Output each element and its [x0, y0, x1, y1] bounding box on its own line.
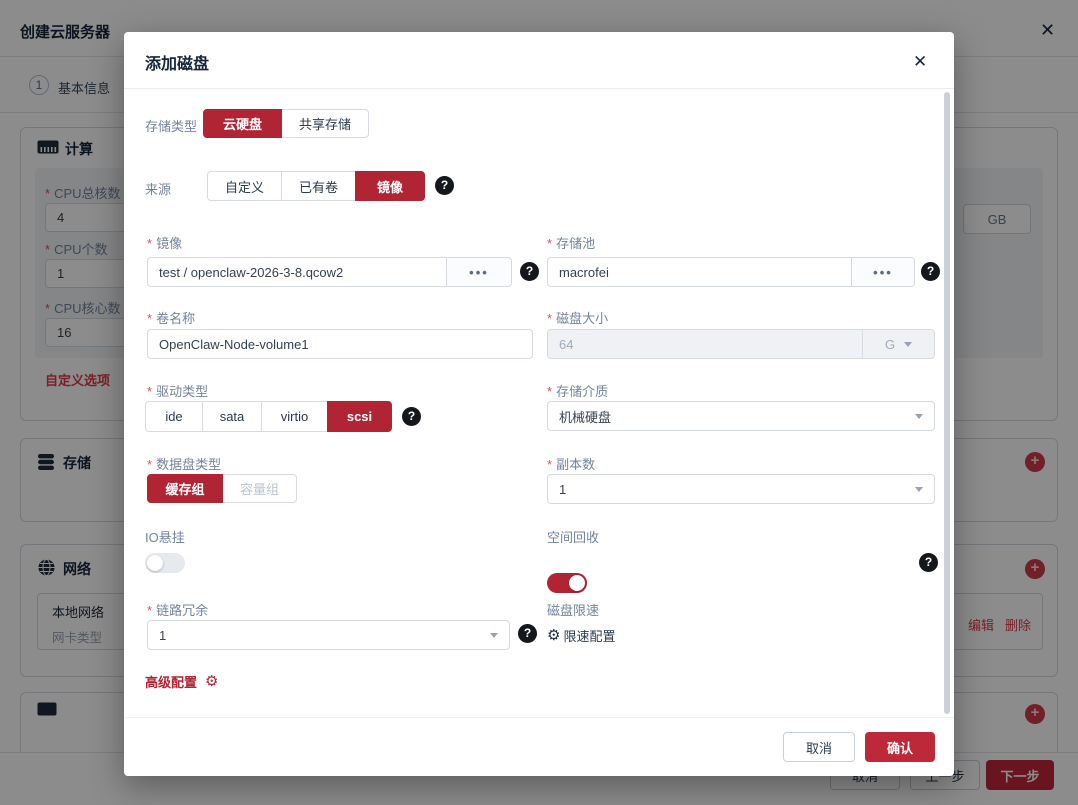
speed-limit-config-link[interactable]: ⚙ 限速配置 [547, 626, 615, 645]
driver-type-help-icon[interactable]: ? [402, 407, 421, 426]
storage-medium-label-text: 存储介质 [556, 384, 608, 399]
source-label: 来源 [145, 179, 171, 198]
advanced-config-text: 高级配置 [145, 672, 197, 691]
replica-count-value: 1 [559, 482, 915, 497]
storage-type-segment: 云硬盘 共享存储 [203, 109, 369, 138]
image-input[interactable]: test / openclaw-2026-3-8.qcow2 [148, 258, 446, 286]
image-help-icon[interactable]: ? [520, 262, 539, 281]
data-disk-type-label: * 数据盘类型 [147, 454, 221, 473]
modal-footer-divider [124, 717, 954, 718]
toggle-knob [147, 555, 163, 571]
io-suspend-toggle[interactable] [145, 553, 185, 573]
required-marker: * [147, 311, 152, 326]
modal-confirm-button[interactable]: 确认 [865, 732, 935, 762]
image-input-group: test / openclaw-2026-3-8.qcow2 ••• [147, 257, 512, 287]
source-option-image[interactable]: 镜像 [355, 171, 425, 201]
toggle-knob [569, 575, 585, 591]
required-marker: * [547, 457, 552, 472]
storage-pool-help-icon[interactable]: ? [921, 262, 940, 281]
speed-limit-config-text: 限速配置 [563, 626, 615, 645]
disk-size-unit: G [885, 337, 895, 352]
link-redundancy-select[interactable]: 1 [147, 620, 510, 650]
modal-cancel-button[interactable]: 取消 [783, 732, 855, 762]
space-reclaim-label: 空间回收 [547, 527, 599, 546]
storage-pool-label: * 存储池 [547, 233, 595, 252]
driver-type-option-virtio[interactable]: virtio [261, 401, 328, 432]
add-disk-modal: 添加磁盘 ✕ 存储类型 云硬盘 共享存储 来源 自定义 已有卷 镜像 ? * 镜像… [124, 32, 954, 776]
data-disk-type-option-cache-group[interactable]: 缓存组 [147, 474, 223, 503]
space-reclaim-toggle[interactable] [547, 573, 587, 593]
storage-pool-browse-button[interactable]: ••• [851, 258, 914, 286]
driver-type-segment: ide sata virtio scsi [145, 401, 392, 432]
storage-type-option-cloud-disk[interactable]: 云硬盘 [203, 109, 282, 138]
required-marker: * [547, 311, 552, 326]
driver-type-option-ide[interactable]: ide [145, 401, 203, 432]
link-redundancy-label: * 链路冗余 [147, 600, 208, 619]
storage-medium-select[interactable]: 机械硬盘 [547, 401, 935, 431]
storage-pool-label-text: 存储池 [556, 236, 595, 251]
advanced-config-link[interactable]: 高级配置 ⚙ [145, 672, 218, 691]
storage-medium-value: 机械硬盘 [559, 407, 915, 426]
required-marker: * [547, 384, 552, 399]
storage-medium-label: * 存储介质 [547, 381, 608, 400]
disk-speed-limit-label: 磁盘限速 [547, 600, 599, 619]
replica-count-select[interactable]: 1 [547, 474, 935, 504]
disk-size-unit-select: G [862, 330, 934, 358]
screen: 创建云服务器 ✕ 1 基本信息 计算 *CPU总核数 4 *CPU个数 1 *C… [0, 0, 1078, 805]
modal-header-divider [124, 88, 954, 89]
image-label: * 镜像 [147, 233, 182, 252]
required-marker: * [547, 236, 552, 251]
volume-name-input[interactable]: OpenClaw-Node-volume1 [147, 329, 533, 359]
modal-scrollbar[interactable] [944, 92, 950, 714]
space-reclaim-help-icon[interactable]: ? [919, 553, 938, 572]
modal-close-icon[interactable]: ✕ [913, 52, 927, 72]
disk-size-input-group: 64 G [547, 329, 935, 359]
replica-count-label: * 副本数 [547, 454, 595, 473]
disk-size-input: 64 [548, 330, 862, 358]
image-label-text: 镜像 [156, 236, 182, 251]
link-redundancy-label-text: 链路冗余 [156, 603, 208, 618]
chevron-down-icon [904, 342, 912, 347]
gear-icon: ⚙ [205, 674, 218, 689]
gear-icon: ⚙ [547, 628, 560, 643]
driver-type-option-scsi[interactable]: scsi [327, 401, 392, 432]
required-marker: * [147, 236, 152, 251]
image-browse-button[interactable]: ••• [446, 258, 511, 286]
data-disk-type-option-capacity-group: 容量组 [222, 474, 297, 503]
driver-type-label: * 驱动类型 [147, 381, 208, 400]
source-option-existing-volume[interactable]: 已有卷 [281, 171, 356, 201]
volume-name-label: * 卷名称 [147, 308, 195, 327]
storage-pool-input-group: macrofei ••• [547, 257, 915, 287]
link-redundancy-value: 1 [159, 628, 490, 643]
data-disk-type-segment: 缓存组 容量组 [147, 474, 297, 503]
disk-size-label: * 磁盘大小 [547, 308, 608, 327]
io-suspend-label: IO悬挂 [145, 527, 185, 546]
disk-size-label-text: 磁盘大小 [556, 311, 608, 326]
link-redundancy-help-icon[interactable]: ? [518, 624, 537, 643]
modal-title: 添加磁盘 [145, 50, 209, 74]
source-help-icon[interactable]: ? [435, 176, 454, 195]
chevron-down-icon [490, 633, 498, 638]
volume-name-label-text: 卷名称 [156, 311, 195, 326]
required-marker: * [147, 457, 152, 472]
chevron-down-icon [915, 414, 923, 419]
storage-type-label: 存储类型 [145, 116, 197, 135]
chevron-down-icon [915, 487, 923, 492]
replica-count-label-text: 副本数 [556, 457, 595, 472]
data-disk-type-label-text: 数据盘类型 [156, 457, 221, 472]
driver-type-option-sata[interactable]: sata [202, 401, 262, 432]
required-marker: * [147, 603, 152, 618]
source-segment: 自定义 已有卷 镜像 [207, 171, 425, 201]
required-marker: * [147, 384, 152, 399]
storage-pool-input[interactable]: macrofei [548, 258, 851, 286]
driver-type-label-text: 驱动类型 [156, 384, 208, 399]
source-option-custom[interactable]: 自定义 [207, 171, 282, 201]
storage-type-option-shared[interactable]: 共享存储 [281, 109, 369, 138]
